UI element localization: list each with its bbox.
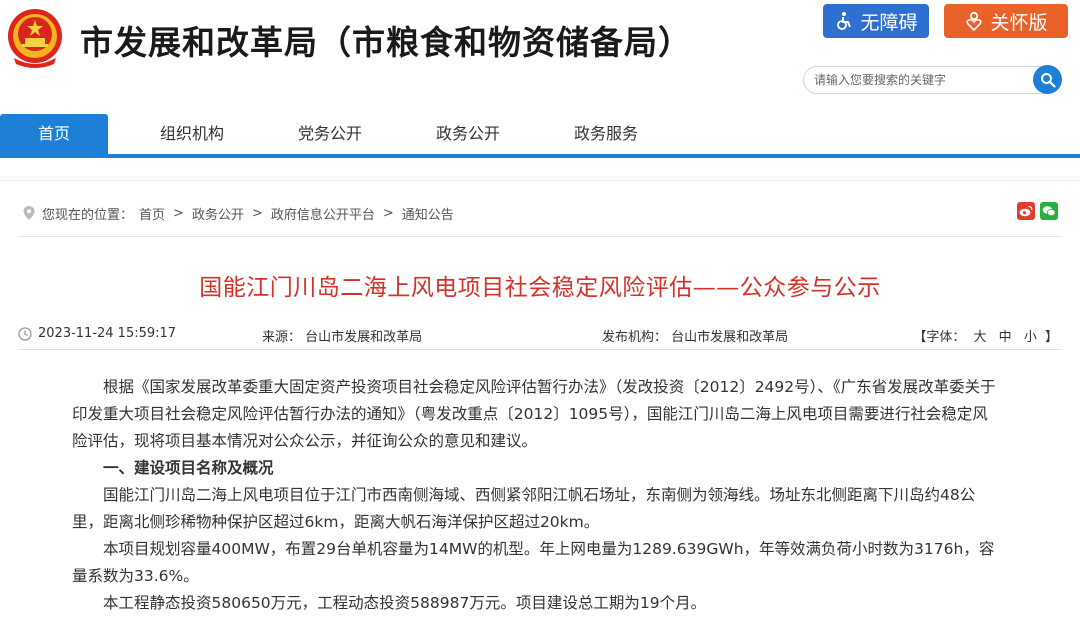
nav-item-home[interactable]: 首页 bbox=[0, 114, 108, 158]
nav-underline bbox=[0, 154, 1080, 158]
wheelchair-icon bbox=[837, 12, 852, 30]
breadcrumb-separator: > bbox=[251, 205, 263, 221]
article-meta: 2023-11-24 15:59:17 来源： 台山市发展和改革局 发布机构： … bbox=[18, 322, 1062, 350]
article-paragraph: 本工程静态投资580650万元，工程动态投资588987万元。项目建设总工期为1… bbox=[103, 594, 707, 612]
article-paragraph: 国能江门川岛二海上风电项目位于江门市西南侧海域、西侧紧邻阳江帆石场址，东南侧为领… bbox=[72, 486, 976, 531]
site-title: 市发展和改革局（市粮食和物资储备局） bbox=[80, 23, 692, 62]
search-box bbox=[803, 66, 1055, 94]
font-size-medium-button[interactable]: 中 bbox=[995, 330, 1016, 345]
source-value: 台山市发展和改革局 bbox=[305, 330, 423, 345]
national-emblem-icon bbox=[8, 9, 62, 68]
article-publisher: 发布机构： 台山市发展和改革局 bbox=[602, 326, 788, 345]
care-mode-button[interactable]: 关怀版 bbox=[944, 4, 1068, 38]
font-size-small-button[interactable]: 小 bbox=[1020, 330, 1041, 345]
nav-item-government-services[interactable]: 政务服务 bbox=[574, 114, 638, 154]
breadcrumb-government-affairs[interactable]: 政务公开 bbox=[192, 204, 244, 223]
location-pin-icon bbox=[23, 206, 35, 220]
nav-item-organization[interactable]: 组织机构 bbox=[160, 114, 224, 154]
accessibility-button[interactable]: 无障碍 bbox=[823, 4, 929, 38]
section-heading: 一、建设项目名称及概况 bbox=[103, 459, 274, 477]
font-size-switcher: 【字体： 大 中 小 】 bbox=[913, 326, 1058, 345]
font-size-label: 【字体： bbox=[913, 330, 966, 345]
article-title: 国能江门川岛二海上风电项目社会稳定风险评估——公众参与公示 bbox=[199, 275, 881, 301]
article-body: 根据《国家发展改革委重大固定资产投资项目社会稳定风险评估暂行办法》（发改投资〔2… bbox=[72, 374, 1002, 617]
breadcrumb-prefix: 您现在的位置： bbox=[42, 207, 134, 223]
nav-item-party-affairs[interactable]: 党务公开 bbox=[298, 114, 362, 154]
breadcrumb: 您现在的位置： 首页 > 政务公开 > 政府信息公开平台 > 通知公告 bbox=[22, 204, 454, 223]
breadcrumb-separator: > bbox=[173, 205, 184, 221]
clock-icon bbox=[18, 326, 32, 341]
share-wechat-button[interactable] bbox=[1040, 202, 1058, 220]
publish-datetime: 2023-11-24 15:59:17 bbox=[38, 326, 177, 341]
article-paragraph: 根据《国家发展改革委重大固定资产投资项目社会稳定风险评估暂行办法》（发改投资〔2… bbox=[72, 378, 996, 450]
person-heart-icon bbox=[966, 11, 983, 31]
nav-item-government-affairs[interactable]: 政务公开 bbox=[436, 114, 500, 154]
breadcrumb-notices[interactable]: 通知公告 bbox=[402, 204, 454, 223]
article-paragraph: 本项目规划容量400MW，布置29台单机容量为14MW的机型。年上网电量为128… bbox=[72, 540, 995, 585]
breadcrumb-divider bbox=[18, 236, 1062, 237]
font-size-label-close: 】 bbox=[1044, 330, 1058, 345]
font-size-large-button[interactable]: 大 bbox=[970, 330, 991, 345]
publish-time: 2023-11-24 15:59:17 bbox=[18, 326, 176, 341]
article-source: 来源： 台山市发展和改革局 bbox=[262, 326, 422, 345]
wechat-icon bbox=[1042, 206, 1056, 217]
breadcrumb-home[interactable]: 首页 bbox=[139, 204, 165, 223]
care-mode-label: 关怀版 bbox=[990, 11, 1048, 34]
main-nav: 首页 组织机构 党务公开 政务公开 政务服务 bbox=[0, 114, 1080, 158]
search-icon bbox=[1040, 72, 1056, 88]
source-label: 来源： bbox=[262, 330, 302, 345]
search-button[interactable] bbox=[1033, 65, 1062, 94]
breadcrumb-info-platform[interactable]: 政府信息公开平台 bbox=[271, 204, 375, 223]
accessibility-label: 无障碍 bbox=[860, 11, 918, 34]
weibo-icon bbox=[1019, 205, 1033, 217]
share-weibo-button[interactable] bbox=[1017, 202, 1035, 220]
search-input[interactable] bbox=[814, 70, 1024, 90]
publisher-value: 台山市发展和改革局 bbox=[671, 330, 789, 345]
site-header: 市发展和改革局（市粮食和物资储备局） 无障碍 关怀版 bbox=[0, 0, 1080, 114]
publisher-label: 发布机构： bbox=[602, 330, 668, 345]
breadcrumb-separator: > bbox=[382, 205, 394, 221]
